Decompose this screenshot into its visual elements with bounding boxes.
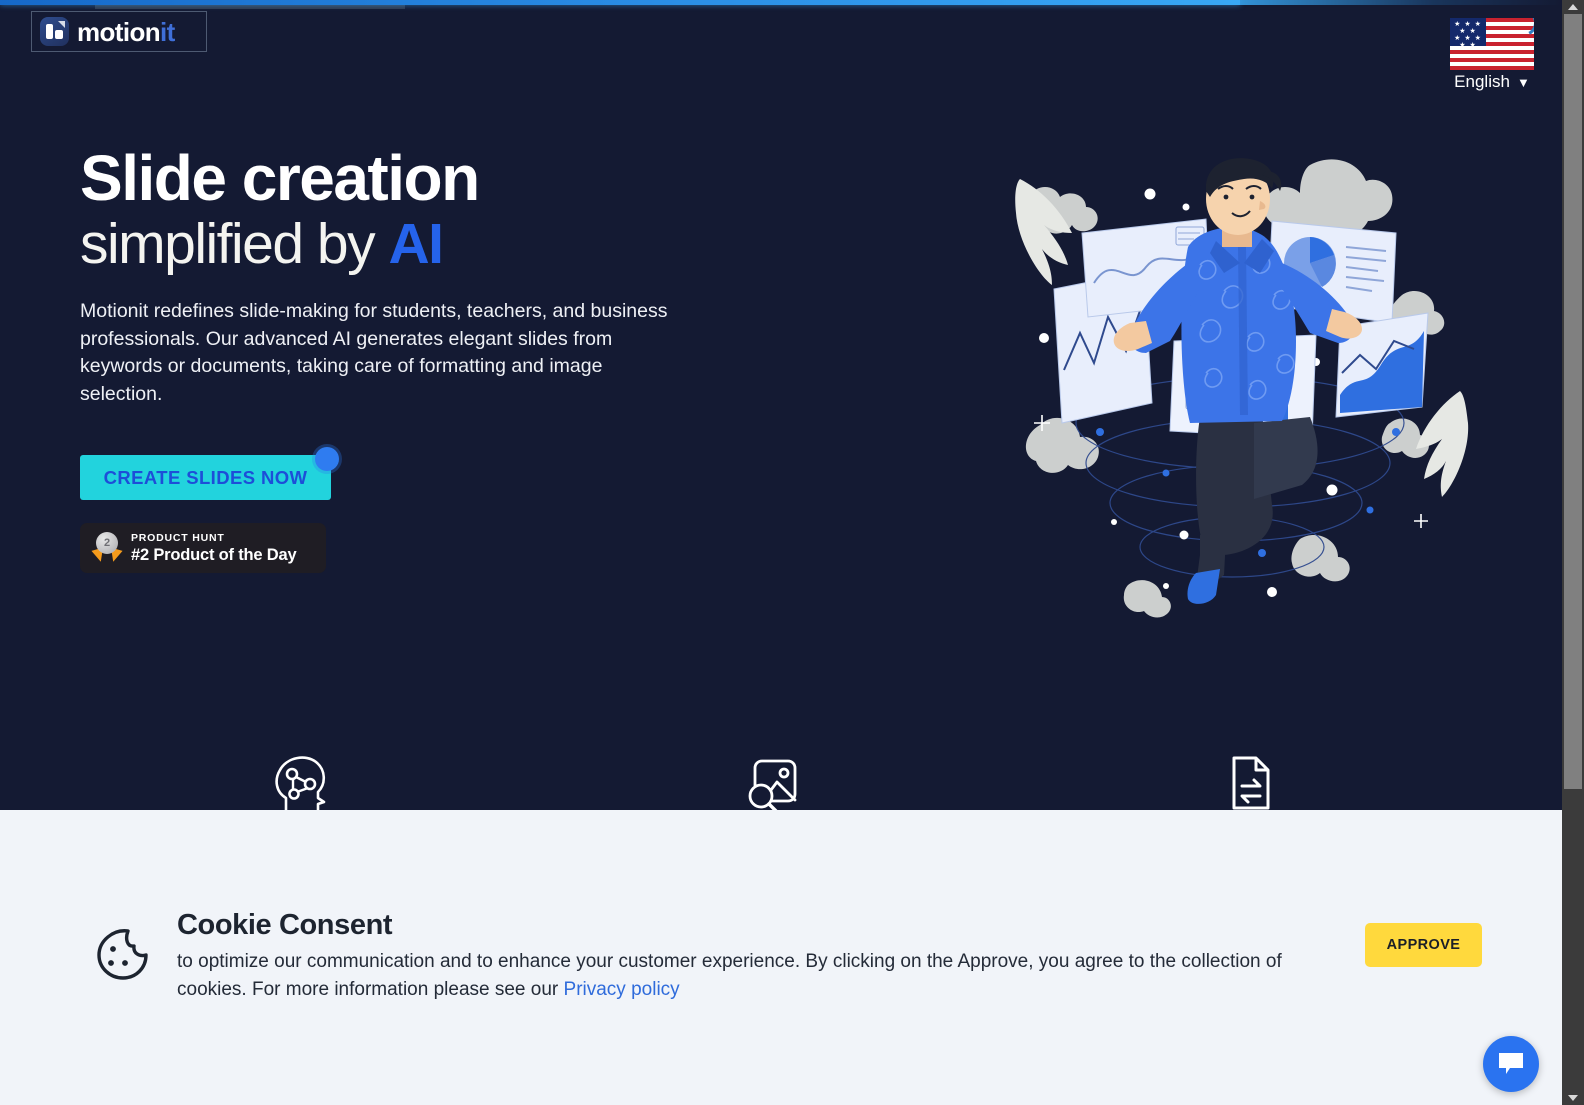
privacy-policy-link[interactable]: Privacy policy <box>564 979 680 1000</box>
cookie-icon <box>95 927 149 986</box>
chat-bubble-icon <box>1499 1053 1523 1074</box>
chevron-down-icon[interactable]: ▼ <box>1517 75 1530 90</box>
headline-line-1: Slide creation <box>80 142 480 214</box>
cta-notification-dot <box>315 447 339 471</box>
ai-brain-head-icon[interactable] <box>255 752 345 812</box>
cta-container: CREATE SLIDES NOW <box>80 447 339 500</box>
hero-subtext: Motionit redefines slide-making for stud… <box>80 300 668 405</box>
medal-icon: 2 <box>91 532 123 564</box>
vertical-scrollbar[interactable] <box>1562 0 1584 1105</box>
site-logo[interactable]: motionit <box>31 11 207 52</box>
create-slides-button[interactable]: CREATE SLIDES NOW <box>80 455 331 500</box>
headline-accent-ai: AI <box>388 212 444 276</box>
medal-rank: 2 <box>96 532 118 554</box>
scrollbar-thumb[interactable] <box>1564 14 1582 789</box>
slide-bars-icon <box>40 17 69 46</box>
us-flag-icon: ★ ★ ★ ★ ★★ ★ ★ ★ ★★ ★ ★ ★ ★ <box>1450 18 1534 70</box>
scrollbar-down-arrow[interactable] <box>1562 1091 1584 1105</box>
page-loading-bar <box>0 0 1562 5</box>
cookie-consent-banner: Cookie Consent to optimize our communica… <box>0 810 1562 1105</box>
page-root: motionit ★ ★ ★ ★ ★★ ★ ★ ★ ★★ ★ ★ ★ ★ Eng… <box>0 0 1584 1105</box>
product-hunt-badge[interactable]: 2 PRODUCT HUNT #2 Product of the Day <box>80 523 326 573</box>
product-hunt-kicker: PRODUCT HUNT <box>131 531 225 544</box>
person-with-floating-slides-illustration <box>1010 155 1470 625</box>
loading-bar-fill <box>0 0 1240 5</box>
hero-section: Slide creation simplified by AI Motionit… <box>80 143 720 408</box>
loading-bar-trail <box>1240 0 1562 5</box>
document-convert-icon[interactable] <box>1205 752 1295 812</box>
logo-wordmark: motionit <box>77 19 175 45</box>
logo-name-main: motion <box>77 16 161 47</box>
feature-icons-row <box>0 752 1540 814</box>
chat-widget-button[interactable] <box>1483 1036 1539 1092</box>
image-search-icon[interactable] <box>727 752 817 814</box>
cookie-consent-title: Cookie Consent <box>177 909 393 941</box>
language-selector[interactable]: ★ ★ ★ ★ ★★ ★ ★ ★ ★★ ★ ★ ★ ★ English ▼ <box>1446 18 1538 92</box>
headline-line-2-plain: simplified by <box>80 212 389 276</box>
approve-button[interactable]: APPROVE <box>1365 923 1482 967</box>
product-hunt-title: #2 Product of the Day <box>131 546 297 564</box>
logo-name-accent: it <box>160 16 175 47</box>
headline-line-2: simplified by AI <box>80 213 720 276</box>
cookie-consent-text-body: to optimize our communication and to enh… <box>177 951 1282 1000</box>
scrollbar-up-arrow[interactable] <box>1562 0 1584 14</box>
cookie-consent-text: to optimize our communication and to enh… <box>177 948 1322 1004</box>
loading-bar-shadow <box>95 5 405 9</box>
language-label: English <box>1454 72 1510 91</box>
page-title: Slide creation simplified by AI <box>80 143 720 276</box>
